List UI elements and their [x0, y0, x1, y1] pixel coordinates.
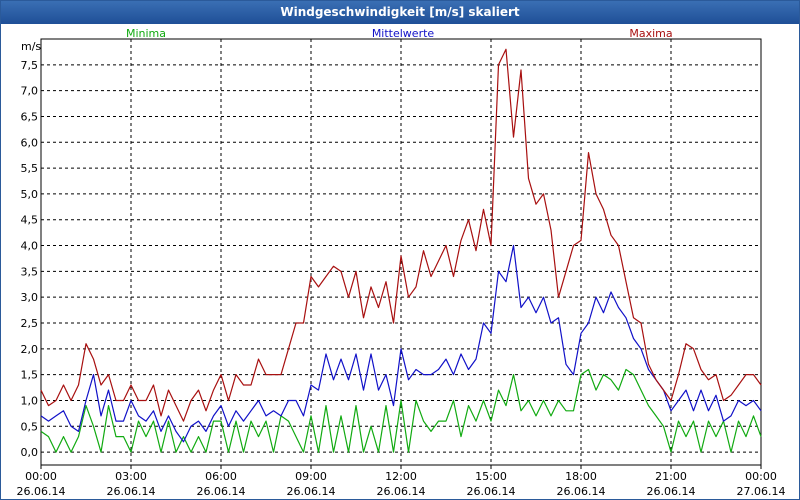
legend-maxima: Maxima	[629, 27, 672, 40]
x-tick-date: 27.06.14	[737, 485, 786, 498]
x-tick-date: 26.06.14	[377, 485, 426, 498]
y-tick-label: 1,5	[21, 369, 39, 382]
x-tick-time: 09:00	[295, 470, 327, 483]
x-tick-time: 18:00	[565, 470, 597, 483]
y-tick-label: 6,5	[21, 110, 39, 123]
y-tick-label: 4,5	[21, 214, 39, 227]
line-chart: m/s 0,0 0,5 1,0 1,5 2,0 2,5 3,0 3,5 4,0 4,5 5,0 5,5…	[17, 27, 786, 498]
x-tick-date: 26.06.14	[107, 485, 156, 498]
y-tick-label: 4,0	[21, 240, 39, 253]
y-tick-label: 3,5	[21, 265, 39, 278]
x-tick-date: 26.06.14	[197, 485, 246, 498]
window-title: Windgeschwindigkeit [m/s] skaliert	[1, 1, 799, 24]
y-tick-label: 7,0	[21, 85, 39, 98]
y-tick-label: 5,5	[21, 162, 39, 175]
x-tick-time: 12:00	[385, 470, 417, 483]
x-tick-time: 15:00	[475, 470, 507, 483]
x-tick-date: 26.06.14	[557, 485, 606, 498]
x-tick-date: 26.06.14	[467, 485, 516, 498]
x-tick-date: 26.06.14	[287, 485, 336, 498]
legend-minima: Minima	[126, 27, 166, 40]
y-axis-unit: m/s	[21, 40, 41, 53]
y-tick-label: 6,0	[21, 136, 39, 149]
y-tick-label: 2,5	[21, 317, 39, 330]
x-tick-date: 26.06.14	[17, 485, 66, 498]
chart-window: Windgeschwindigkeit [m/s] skaliert m/s 0…	[0, 0, 800, 500]
y-tick-label: 1,0	[21, 394, 39, 407]
y-tick-label: 7,5	[21, 59, 39, 72]
x-tick-date: 26.06.14	[647, 485, 696, 498]
x-tick-time: 00:00	[745, 470, 777, 483]
y-tick-label: 5,0	[21, 188, 39, 201]
y-tick-label: 3,0	[21, 291, 39, 304]
y-tick-label: 0,5	[21, 420, 39, 433]
x-tick-time: 06:00	[205, 470, 237, 483]
x-tick-time: 00:00	[25, 470, 57, 483]
y-tick-label: 2,0	[21, 343, 39, 356]
x-tick-time: 21:00	[655, 470, 687, 483]
legend-mittelwerte: Mittelwerte	[372, 27, 435, 40]
legend: Minima Mittelwerte Maxima	[126, 27, 673, 40]
x-tick-time: 03:00	[115, 470, 147, 483]
y-tick-label: 0,0	[21, 446, 39, 459]
